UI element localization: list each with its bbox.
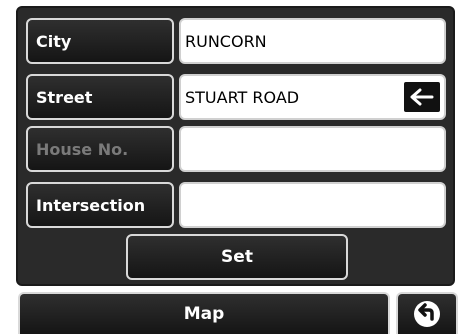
intersection-label: Intersection [36, 195, 146, 215]
house-number-field[interactable] [179, 126, 446, 172]
city-button[interactable]: City [26, 18, 174, 64]
street-button[interactable]: Street [26, 74, 174, 120]
house-number-button: House No. [26, 126, 174, 172]
street-field[interactable]: STUART ROAD [179, 74, 446, 120]
set-button[interactable]: Set [126, 234, 348, 280]
street-label: Street [36, 87, 93, 107]
back-arrow-circle-icon [414, 301, 440, 327]
city-field[interactable]: RUNCORN [179, 18, 446, 64]
map-label: Map [183, 304, 225, 324]
back-button[interactable] [396, 292, 458, 334]
intersection-field[interactable] [179, 182, 446, 228]
city-value: RUNCORN [185, 31, 267, 51]
intersection-button[interactable]: Intersection [26, 182, 174, 228]
house-number-label: House No. [36, 139, 129, 159]
city-label: City [36, 31, 72, 51]
set-label: Set [221, 247, 253, 267]
map-button[interactable]: Map [18, 292, 390, 334]
street-value: STUART ROAD [185, 87, 300, 107]
clear-street-button[interactable] [404, 82, 440, 112]
left-arrow-icon [410, 88, 434, 106]
